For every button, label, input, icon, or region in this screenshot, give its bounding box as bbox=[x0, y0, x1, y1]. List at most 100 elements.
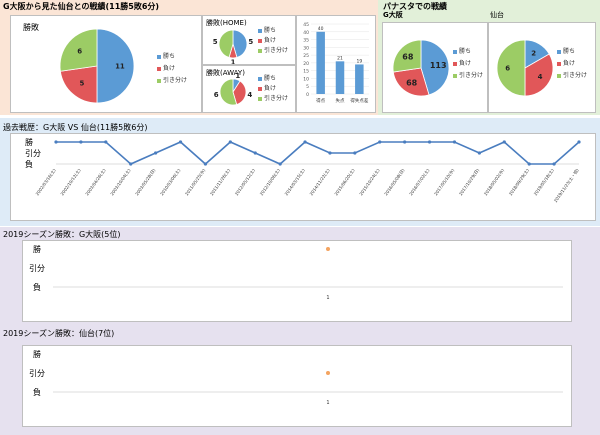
season-xtick-label: 1 bbox=[326, 400, 329, 406]
pie-label-draw: 68 bbox=[402, 52, 414, 61]
season-sendai-chart: 勝引分負 1 bbox=[29, 349, 563, 406]
bar-ytick-label: 10 bbox=[303, 76, 309, 82]
timeline-point bbox=[502, 140, 506, 144]
timeline-xtick-label: 2002/10/12(土) bbox=[59, 167, 82, 197]
timeline-xtick-label: 2016/05/08(日) bbox=[383, 167, 406, 197]
timeline-xtick-label: 2017/05/10(水) bbox=[432, 167, 455, 197]
away-legend-win: 勝ち bbox=[258, 76, 276, 82]
timeline-point bbox=[228, 140, 232, 144]
pie-label-draw: 6 bbox=[77, 47, 82, 55]
timeline-point bbox=[129, 162, 133, 166]
pie-label-loss: 5 bbox=[80, 80, 85, 88]
home-legend-win: 勝ち bbox=[258, 28, 276, 34]
bar-value-label: 40 bbox=[318, 26, 324, 32]
timeline-title: 過去戦歴：G大阪 VS 仙台(11勝5敗6分) bbox=[3, 123, 148, 132]
season-gosaka-panel: 勝引分負 1 bbox=[22, 240, 572, 322]
goals-bar-chart: 05101520253035404540得点21失点19得失点差 bbox=[303, 22, 369, 104]
home-legend-draw: 引き分け bbox=[258, 48, 288, 54]
panasta-gosaka-panel: 113 68 68 勝ち 負け 引き分け bbox=[382, 22, 488, 113]
timeline-xtick-label: 2012/05/12(土) bbox=[233, 167, 256, 197]
main-title: G大阪から見た仙台との戦績(11勝5敗6分) bbox=[3, 2, 160, 11]
timeline-xtick-label: 2019/11/23(土・祝) bbox=[552, 167, 581, 204]
timeline-panel: 勝引分負 2002/03/16(土) 2002/10/12(土) 2003/04/26… bbox=[10, 133, 596, 221]
bar-value-label: 19 bbox=[356, 58, 362, 64]
timeline-chart: 勝引分負2002/03/16(土) 2002/10/12(土) 2003/04/26… bbox=[25, 137, 581, 204]
season-ylabel: 勝 bbox=[33, 349, 41, 359]
timeline-xtick-label: 2019/05/18(土) bbox=[532, 167, 555, 197]
timeline-line bbox=[56, 141, 580, 166]
bar-2 bbox=[355, 64, 364, 94]
bar-ytick-label: 25 bbox=[303, 53, 309, 59]
bar-category-label: 得点 bbox=[316, 97, 325, 104]
pie-label-win: 1 bbox=[235, 72, 240, 80]
timeline-point bbox=[104, 140, 108, 144]
pie-label-loss: 4 bbox=[538, 73, 543, 81]
panasta-gosaka-label: G大阪 bbox=[383, 11, 403, 19]
timeline-xtick-label: 2018/09/29(土) bbox=[507, 167, 530, 197]
season-ylabel: 引分 bbox=[29, 264, 45, 273]
timeline-xtick-label: 2003/05/28(日) bbox=[134, 167, 157, 197]
home-legend-loss: 負け bbox=[258, 38, 276, 44]
timeline-ylabel: 負 bbox=[25, 159, 33, 169]
legend-loss: 負け bbox=[157, 66, 175, 72]
timeline-xtick-label: 2010/03/06(土) bbox=[158, 167, 181, 197]
bar-ytick-label: 35 bbox=[303, 38, 309, 44]
timeline-xtick-label: 2012/10/06(土) bbox=[258, 167, 281, 197]
away-pie: 1 4 6 bbox=[214, 72, 252, 106]
pie-label-draw: 5 bbox=[213, 38, 218, 46]
timeline-point bbox=[328, 151, 332, 155]
season-point bbox=[326, 371, 330, 375]
total-pie: 11 5 6 bbox=[59, 28, 135, 104]
ps-legend-draw: 引き分け bbox=[557, 73, 587, 79]
timeline-point bbox=[452, 140, 457, 144]
timeline-xtick-label: 2015/06/20(土) bbox=[333, 167, 356, 197]
away-legend-draw: 引き分け bbox=[258, 96, 288, 102]
pie-label-win: 11 bbox=[115, 62, 125, 70]
pie-label-loss: 68 bbox=[406, 78, 418, 87]
season-gosaka-title: 2019シーズン勝敗：G大阪(5位) bbox=[3, 230, 121, 239]
timeline-point bbox=[203, 162, 208, 166]
panasta-gosaka-pie: 113 68 68 bbox=[392, 39, 450, 97]
season-ylabel: 引分 bbox=[29, 369, 45, 378]
bar-category-label: 得失点差 bbox=[350, 97, 368, 104]
panasta-title: パナスタでの戦績 bbox=[383, 2, 447, 11]
panasta-sendai-pie: 2 4 6 bbox=[496, 39, 554, 97]
pie-label-win: 113 bbox=[430, 61, 447, 70]
legend-draw: 引き分け bbox=[157, 78, 187, 84]
season-point bbox=[326, 247, 330, 251]
ps-legend-win: 勝ち bbox=[557, 49, 575, 55]
timeline-series: 勝引分負2002/03/16(土) 2002/10/12(土) 2003/04/26… bbox=[25, 137, 581, 204]
pg-legend-draw: 引き分け bbox=[453, 73, 483, 79]
timeline-xtick-label: 2017/10/29(日) bbox=[458, 167, 481, 197]
panasta-sendai-chart: 2 4 6 bbox=[496, 39, 554, 97]
timeline-point bbox=[552, 162, 556, 166]
timeline-xtick-label: 2016/07/02(土) bbox=[407, 167, 430, 197]
timeline-point bbox=[527, 162, 531, 166]
pie-label-draw: 6 bbox=[505, 64, 510, 72]
timeline-point bbox=[353, 151, 357, 155]
pie-label-draw: 6 bbox=[214, 91, 219, 99]
pg-legend-loss: 負け bbox=[453, 61, 471, 67]
bar-ytick-label: 0 bbox=[306, 92, 309, 98]
timeline-xtick-label: 2014/03/15(土) bbox=[283, 167, 306, 197]
bar-ytick-label: 15 bbox=[303, 69, 309, 75]
goals-bar-panel: 0 5 10 15 20 25 30 35 40 45 40 得点 21 失点 19 得失点差 bbox=[296, 15, 376, 113]
bar-1 bbox=[335, 61, 345, 94]
timeline-point bbox=[378, 140, 382, 144]
pie-label-win: 5 bbox=[248, 38, 253, 46]
total-pie-panel: 勝敗 11 5 6 勝ち 負け 引き分け bbox=[10, 15, 202, 113]
bar-ytick-label: 40 bbox=[303, 30, 309, 36]
away-legend-loss: 負け bbox=[258, 86, 276, 92]
season-ylabel: 勝 bbox=[33, 244, 41, 254]
timeline-point bbox=[253, 151, 257, 155]
home-pie: 5 1 5 bbox=[213, 29, 253, 64]
season-sendai-title: 2019シーズン勝敗：仙台(7位) bbox=[3, 329, 115, 338]
timeline-xtick-label: 2003/04/26(土) bbox=[84, 167, 107, 197]
timeline-ylabel: 引分 bbox=[25, 149, 41, 158]
home-pie-panel: 勝敗(HOME) 515 勝ち 負け 引き分け bbox=[202, 15, 296, 65]
bar-ytick-label: 20 bbox=[303, 61, 309, 67]
timeline-xtick-label: 2014/11/22(土) bbox=[308, 167, 331, 197]
timeline-point bbox=[79, 140, 83, 144]
goals-bars: 05101520253035404540得点21失点19得失点差 bbox=[303, 22, 369, 104]
timeline-point bbox=[477, 151, 481, 155]
